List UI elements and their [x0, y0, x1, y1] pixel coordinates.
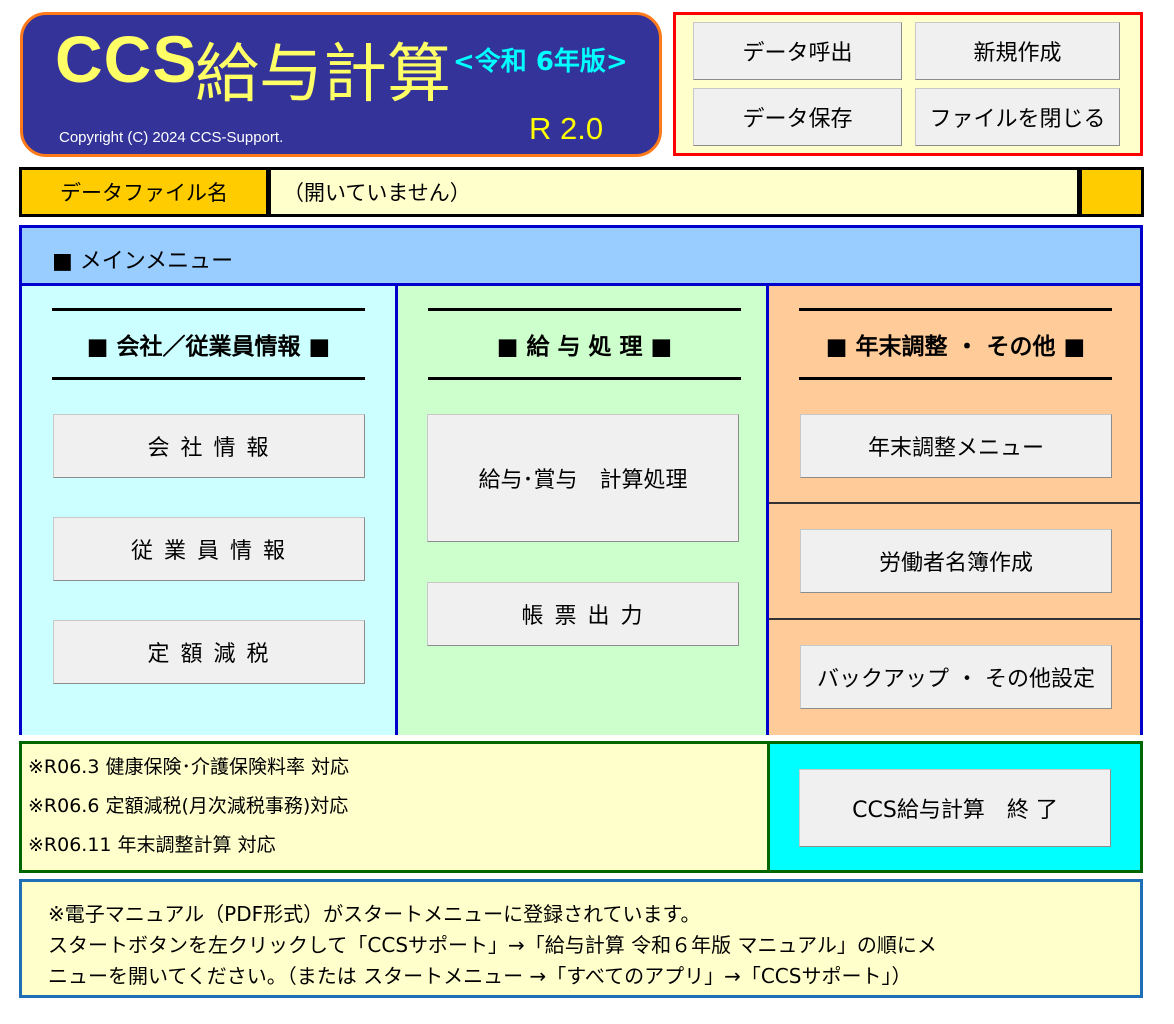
copyright-text: Copyright (C) 2024 CCS-Support. — [59, 129, 284, 146]
report-output-button[interactable]: 帳 票 出 力 — [427, 582, 739, 646]
manual-info-line: スタートボタンを左クリックして「CCSサポート」→「給与計算 令和６年版 マニュ… — [48, 933, 937, 957]
data-file-bar: データファイル名 （開いていません） — [19, 167, 1144, 217]
payroll-heading: ■ 給 与 処 理 ■ — [428, 308, 741, 380]
title-banner: CCS 給与計算 <令和 6年版> Copyright (C) 2024 CCS… — [20, 12, 662, 157]
company-info-button[interactable]: 会 社 情 報 — [53, 414, 365, 478]
year-end-adjustment-menu-button[interactable]: 年末調整メニュー — [800, 414, 1112, 478]
exit-panel: CCS給与計算 終 了 — [767, 741, 1143, 873]
manual-info-line: ニューを開いてください。（または スタートメニュー →「すべてのアプリ」→「CC… — [48, 964, 912, 988]
new-file-button[interactable]: 新規作成 — [915, 22, 1120, 80]
update-notes-panel: ※R06.3 健康保険･介護保険料率 対応 ※R06.6 定額減税(月次減税事務… — [19, 741, 770, 873]
update-note: ※R06.6 定額減税(月次減税事務)対応 — [28, 795, 349, 817]
year-end-section: ■ 年末調整 ・ その他 ■ 年末調整メニュー 労働者名簿作成 バックアップ ・… — [769, 283, 1140, 735]
version-label: R 2.0 — [529, 111, 604, 146]
employee-info-button[interactable]: 従 業 員 情 報 — [53, 517, 365, 581]
main-menu-title: ■ メインメニュー — [52, 249, 234, 274]
close-file-button[interactable]: ファイルを閉じる — [915, 88, 1120, 146]
app-logo: CCS — [55, 22, 198, 96]
company-employee-heading: ■ 会社／従業員情報 ■ — [52, 308, 365, 380]
exit-app-button[interactable]: CCS給与計算 終 了 — [799, 769, 1111, 847]
year-end-divider — [769, 502, 1140, 504]
app-name: 給与計算 — [195, 38, 451, 112]
data-file-name-field: （開いていません） — [271, 170, 1077, 214]
year-end-divider — [769, 618, 1140, 620]
load-data-button[interactable]: データ呼出 — [693, 22, 902, 80]
payroll-section: ■ 給 与 処 理 ■ 給与･賞与 計算処理 帳 票 出 力 — [395, 283, 769, 735]
edition-label: <令和 6年版> — [453, 47, 628, 77]
salary-bonus-calculation-button[interactable]: 給与･賞与 計算処理 — [427, 414, 739, 542]
manual-info-line: ※電子マニュアル（PDF形式）がスタートメニューに登録されています。 — [48, 902, 701, 926]
data-file-label: データファイル名 — [22, 170, 266, 214]
company-employee-section: ■ 会社／従業員情報 ■ 会 社 情 報 従 業 員 情 報 定 額 減 税 — [22, 283, 395, 735]
manual-info-panel: ※電子マニュアル（PDF形式）がスタートメニューに登録されています。 スタートボ… — [19, 879, 1143, 998]
year-end-heading: ■ 年末調整 ・ その他 ■ — [799, 308, 1112, 380]
worker-register-button[interactable]: 労働者名簿作成 — [800, 529, 1112, 593]
update-note: ※R06.3 健康保険･介護保険料率 対応 — [28, 756, 350, 778]
main-menu: ■ メインメニュー ■ 会社／従業員情報 ■ 会 社 情 報 従 業 員 情 報… — [19, 225, 1143, 735]
file-command-panel: データ呼出 新規作成 データ保存 ファイルを閉じる — [673, 12, 1143, 156]
update-note: ※R06.11 年末調整計算 対応 — [28, 834, 276, 856]
save-data-button[interactable]: データ保存 — [693, 88, 902, 146]
backup-settings-button[interactable]: バックアップ ・ その他設定 — [800, 645, 1112, 709]
fixed-tax-reduction-button[interactable]: 定 額 減 税 — [53, 620, 365, 684]
data-file-browse-button[interactable] — [1082, 170, 1141, 214]
